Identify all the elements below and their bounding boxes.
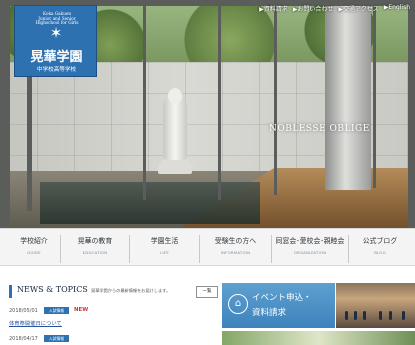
news-header: NEWS & TOPICS 晃華学園からの最新情報をお届けします。 一覧	[9, 285, 218, 299]
student-figure	[379, 311, 382, 320]
school-logo[interactable]: Koka Gakuen Junior and Senior Highschool…	[14, 5, 97, 77]
contact-link[interactable]: ▶お問い合わせ	[293, 4, 334, 13]
event-line-2: 資料請求	[252, 308, 287, 318]
news-row[interactable]: 2018/05/01 入試情報 NEW	[9, 307, 214, 316]
window-mullion-4	[274, 0, 277, 195]
student-figure	[402, 311, 405, 320]
nav-education-english: EDUCATION	[82, 250, 108, 255]
english-link[interactable]: ▶English	[384, 4, 410, 13]
news-category-badge: 入試情報	[44, 335, 69, 342]
student-figure	[345, 311, 348, 320]
nav-education-label: 晃華の教育	[77, 237, 113, 245]
nav-education[interactable]: 晃華の教育 EDUCATION	[61, 235, 130, 263]
document-icon: ⌂	[228, 294, 248, 314]
window-frame-right	[408, 0, 415, 228]
news-date: 2018/05/01	[9, 308, 38, 314]
main-navigation: 学校紹介 GUIDE 晃華の教育 EDUCATION 学園生活 LIFE 受験生…	[0, 228, 415, 266]
star-cross-icon: ✶	[49, 24, 63, 42]
student-figure	[363, 311, 366, 320]
courtyard-shadow	[40, 182, 260, 224]
nav-guide-label: 学校紹介	[20, 237, 48, 245]
nav-organization-english: ORGANIZATION	[293, 250, 327, 255]
nav-information-english: INFORMATION	[220, 250, 251, 255]
news-date: 2018/04/17	[9, 336, 38, 342]
news-title: NEWS & TOPICS	[17, 285, 88, 294]
concrete-column	[325, 0, 371, 190]
nav-life-english: LIFE	[160, 250, 169, 255]
news-accent-bar	[9, 285, 12, 298]
window-mullion-1	[27, 66, 32, 211]
new-badge: NEW	[74, 307, 89, 313]
document-request-link[interactable]: ▶資料請求	[259, 4, 288, 13]
event-application-banner[interactable]: ⌂ イベント申込・ 資料請求	[222, 283, 335, 328]
lower-photo-strip	[222, 331, 415, 345]
window-mullion-2	[143, 0, 146, 200]
event-line-1: イベント申込・	[252, 293, 312, 303]
window-frame-left	[0, 0, 10, 228]
nav-life-label: 学園生活	[150, 237, 179, 245]
nav-life[interactable]: 学園生活 LIFE	[130, 235, 200, 263]
nav-organization-label: 同窓会･愛校会･親睦会	[275, 237, 345, 245]
school-subtitle: 中学校高等学校	[36, 67, 77, 73]
tagline: NOBLESSE OBLIGE	[269, 124, 370, 134]
window-mullion-3	[218, 0, 221, 200]
top-links: ▶資料請求 ▶お問い合わせ ▶交通アクセス ▶English	[259, 4, 410, 13]
nav-information[interactable]: 受験生の方へ INFORMATION	[200, 235, 272, 263]
access-link[interactable]: ▶交通アクセス	[338, 4, 378, 13]
nav-guide-english: GUIDE	[27, 250, 41, 255]
news-link[interactable]: 体育祭開催日について	[9, 319, 62, 327]
nav-organization[interactable]: 同窓会･愛校会･親睦会 ORGANIZATION	[272, 235, 349, 263]
school-name: 晃華学園	[30, 50, 83, 65]
news-list-button[interactable]: 一覧	[196, 286, 218, 298]
student-figure	[354, 311, 357, 320]
news-row[interactable]: 2018/04/17 入試情報	[9, 335, 214, 344]
nav-blog-label: 公式ブログ	[362, 237, 398, 245]
nav-information-label: 受験生の方へ	[214, 237, 257, 245]
hero-image: Koka Gakuen Junior and Senior Highschool…	[0, 0, 415, 228]
statue-head	[168, 88, 182, 104]
nav-guide[interactable]: 学校紹介 GUIDE	[8, 235, 61, 263]
students-photo	[336, 283, 415, 328]
nav-blog-english: BLOG	[374, 250, 386, 255]
news-category-badge: 入試情報	[44, 307, 69, 314]
window-mullion-5	[373, 0, 376, 188]
news-subtitle: 晃華学園からの最新情報をお届けします。	[91, 288, 171, 293]
student-figure	[389, 311, 392, 320]
nav-blog[interactable]: 公式ブログ BLOG	[349, 235, 411, 263]
